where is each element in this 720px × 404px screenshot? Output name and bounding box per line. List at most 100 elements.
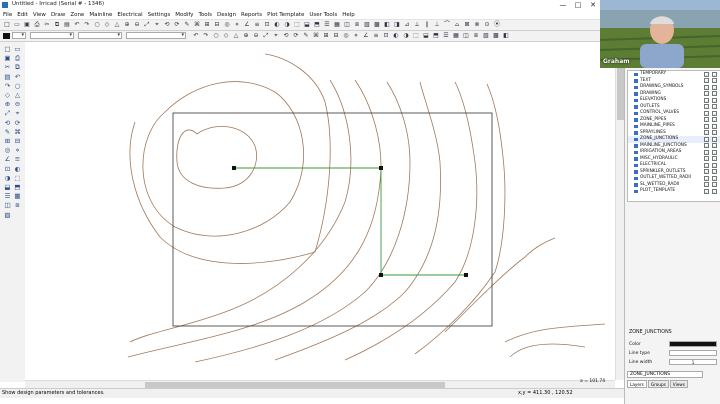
- toolbar-button-8[interactable]: ↶: [73, 21, 81, 29]
- measure-icon[interactable]: ≡: [13, 155, 22, 164]
- toolbar2-button-23[interactable]: ⬚: [412, 32, 420, 40]
- mirror-icon[interactable]: ⤢: [3, 109, 12, 118]
- pipe-icon[interactable]: ⬒: [13, 183, 22, 192]
- toolbar-button-38[interactable]: ▩: [373, 21, 381, 29]
- break-icon[interactable]: ✎: [3, 128, 12, 137]
- layer-selectable-checkbox[interactable]: ✓: [712, 84, 717, 91]
- menu-file[interactable]: File: [3, 12, 12, 18]
- toolbar-button-25[interactable]: ∠: [243, 21, 251, 29]
- layer-visible-checkbox[interactable]: ✓: [704, 84, 709, 91]
- toolbar2-button-6[interactable]: ⊕: [242, 32, 250, 40]
- layer-selectable-checkbox[interactable]: ✓: [712, 175, 717, 182]
- toolbar-button-37[interactable]: ▧: [363, 21, 371, 29]
- toolbar2-button-13[interactable]: ⌘: [312, 32, 320, 40]
- menu-edit[interactable]: Edit: [17, 12, 28, 18]
- toolbar2-button-30[interactable]: ▧: [482, 32, 490, 40]
- layer-selectable-checkbox[interactable]: ✓: [712, 149, 717, 156]
- layer-row[interactable]: PLOT_TEMPLATE ✓ ✓: [628, 188, 720, 195]
- toolbar-button-5[interactable]: ✂: [43, 21, 51, 29]
- toolbar2-button-25[interactable]: ⬒: [432, 32, 440, 40]
- toolbar2-button-8[interactable]: ⤢: [262, 32, 270, 40]
- toolbar-button-48[interactable]: ⊗: [473, 21, 481, 29]
- maximize-button[interactable]: □: [571, 0, 585, 10]
- toolbar2-button-1[interactable]: ↶: [192, 32, 200, 40]
- toolbar2-button-10[interactable]: ⟲: [282, 32, 290, 40]
- toolbar-button-15[interactable]: ⤢: [143, 21, 151, 29]
- layer-selectable-checkbox[interactable]: ✓: [712, 156, 717, 162]
- ortho-icon[interactable]: ◑: [3, 174, 12, 183]
- menu-plot-template[interactable]: Plot Template: [267, 12, 304, 18]
- layer-selectable-checkbox[interactable]: ✓: [712, 71, 717, 78]
- toolbar-button-43[interactable]: ∥: [423, 21, 431, 29]
- layer-visible-checkbox[interactable]: ✓: [704, 78, 709, 84]
- toolbar-button-27[interactable]: ⊡: [263, 21, 271, 29]
- linewidth-field[interactable]: 1: [669, 359, 717, 365]
- toolbar2-button-5[interactable]: △: [232, 32, 240, 40]
- grid-icon[interactable]: ◐: [13, 165, 22, 174]
- zone-junction-4[interactable]: [464, 273, 468, 277]
- toolbar-button-45[interactable]: ⌒: [443, 21, 451, 29]
- layer-selectable-checkbox[interactable]: ✓: [712, 97, 717, 104]
- snap-icon[interactable]: ⊡: [3, 165, 12, 174]
- toolbar-button-2[interactable]: ▭: [13, 21, 21, 29]
- zone-junction-2[interactable]: [379, 166, 383, 170]
- layer-visible-checkbox[interactable]: ✓: [704, 97, 709, 104]
- toolbar-button-33[interactable]: ☰: [323, 21, 331, 29]
- toolbar-button-7[interactable]: ▤: [63, 21, 71, 29]
- toolbar-button-41[interactable]: ⊿: [403, 21, 411, 29]
- toolbar2-button-31[interactable]: ▩: [492, 32, 500, 40]
- outlet-icon[interactable]: ▧: [3, 211, 12, 220]
- dimension-icon[interactable]: ⊟: [13, 137, 22, 146]
- layer-selectable-checkbox[interactable]: ✓: [712, 143, 717, 149]
- toolbar2-button-26[interactable]: ☰: [442, 32, 450, 40]
- toolbar-button-24[interactable]: ⋄: [233, 21, 241, 29]
- layer-selectable-checkbox[interactable]: ✓: [712, 188, 717, 195]
- layer-visible-checkbox[interactable]: ✓: [704, 162, 709, 169]
- tab-layers[interactable]: Layers: [627, 380, 647, 388]
- toolbar-button-4[interactable]: ⎙: [33, 21, 41, 29]
- toolbar-button-10[interactable]: ○: [93, 21, 101, 29]
- linetype-dropdown[interactable]: [30, 32, 74, 39]
- layer-visible-checkbox[interactable]: ✓: [704, 104, 709, 110]
- toolbar-button-34[interactable]: ▦: [333, 21, 341, 29]
- menu-design[interactable]: Design: [217, 12, 236, 18]
- toolbar-button-12[interactable]: △: [113, 21, 121, 29]
- close-button[interactable]: ✕: [586, 0, 600, 10]
- toolbar2-button-18[interactable]: ∠: [362, 32, 370, 40]
- extend-icon[interactable]: ⊕: [3, 100, 12, 109]
- layer-selectable-checkbox[interactable]: ✓: [712, 182, 717, 188]
- menu-electrical[interactable]: Electrical: [117, 12, 142, 18]
- toolbar2-button-12[interactable]: ✎: [302, 32, 310, 40]
- toolbar-button-20[interactable]: ⌘: [193, 21, 201, 29]
- toolbar-button-1[interactable]: □: [3, 21, 11, 29]
- toolbar2-button-24[interactable]: ⬓: [422, 32, 430, 40]
- toolbar2-button-4[interactable]: ◇: [222, 32, 230, 40]
- toolbar-button-31[interactable]: ⬓: [303, 21, 311, 29]
- menu-mainline[interactable]: Mainline: [89, 12, 112, 18]
- toolbar-button-39[interactable]: ◧: [383, 21, 391, 29]
- linetype-field[interactable]: [669, 350, 717, 356]
- toolbar-button-49[interactable]: ⊙: [483, 21, 491, 29]
- layer-selectable-checkbox[interactable]: ✓: [712, 78, 717, 84]
- toolbar2-button-16[interactable]: ◎: [342, 32, 350, 40]
- delete-icon[interactable]: ◇: [3, 91, 12, 100]
- toolbar2-button-11[interactable]: ⟳: [292, 32, 300, 40]
- linewidth-dropdown[interactable]: [78, 32, 122, 39]
- layer-icon[interactable]: ⬚: [13, 174, 22, 183]
- menu-user-tools[interactable]: User Tools: [309, 12, 337, 18]
- sprinkler-icon[interactable]: ☰: [3, 192, 12, 201]
- toolbar-button-14[interactable]: ⊖: [133, 21, 141, 29]
- toolbar-button-6[interactable]: ⧉: [53, 21, 61, 29]
- line-icon[interactable]: ✂: [3, 63, 12, 72]
- toolbar2-button-29[interactable]: ⧈: [472, 32, 480, 40]
- layer-selectable-checkbox[interactable]: ✓: [712, 130, 717, 136]
- layer-visible-checkbox[interactable]: ✓: [704, 91, 709, 97]
- menu-draw[interactable]: Draw: [51, 12, 65, 18]
- chamfer-icon[interactable]: ⟳: [13, 119, 22, 128]
- toolbar-button-18[interactable]: ⟳: [173, 21, 181, 29]
- toolbar2-button-27[interactable]: ▦: [452, 32, 460, 40]
- tab-groups[interactable]: Groups: [647, 380, 669, 388]
- toolbar2-button-19[interactable]: ≡: [372, 32, 380, 40]
- toolbar-button-21[interactable]: ⊞: [203, 21, 211, 29]
- layer-visible-checkbox[interactable]: ✓: [704, 71, 709, 78]
